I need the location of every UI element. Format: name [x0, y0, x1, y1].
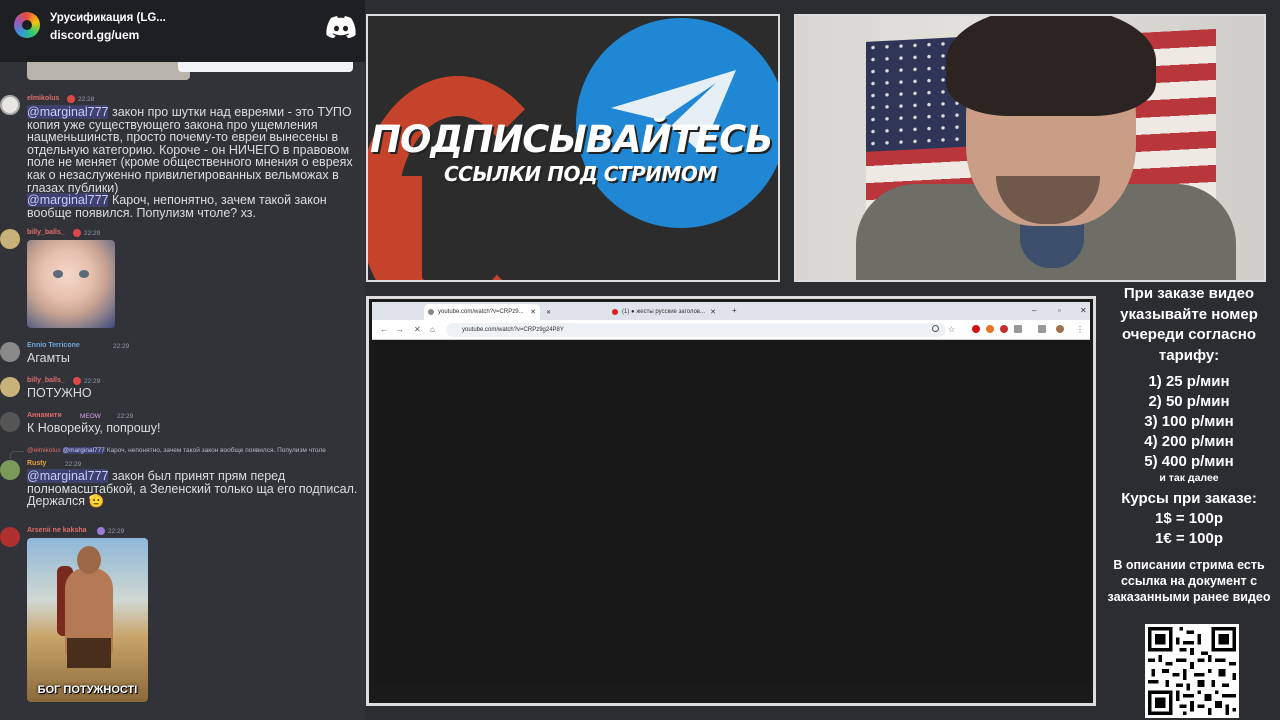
message-author[interactable]: Rusty	[27, 460, 46, 467]
price-list: 1) 25 р/мин 2) 50 р/мин 3) 100 р/мин 4) …	[1098, 372, 1280, 485]
role-tag: MEOW	[80, 413, 101, 420]
avatar	[0, 95, 20, 115]
message-author[interactable]: billy_balls_	[27, 229, 65, 236]
role-badge-icon	[97, 527, 105, 535]
minimize-icon[interactable]: –	[1032, 306, 1036, 315]
server-name: Урусификация (LG...	[50, 12, 166, 24]
message-timestamp: 22:29	[113, 343, 130, 350]
avatar	[0, 229, 20, 249]
server-invite-link[interactable]: discord.gg/uem	[50, 28, 139, 42]
price-item: 2) 50 р/мин	[1148, 393, 1230, 410]
message-text: ПОТУЖНО	[27, 386, 92, 400]
tab-title: youtube.com/watch?v=CRPz9...	[438, 309, 524, 315]
avatar	[0, 342, 20, 362]
back-icon[interactable]: ←	[380, 325, 388, 334]
message-text: @marginal777 закон про шутки над евреями…	[27, 105, 363, 219]
extension-icon[interactable]	[1000, 325, 1008, 333]
kebab-menu-icon[interactable]: ⋮	[1076, 325, 1084, 334]
banner-title: ПОДПИСЫВАЙТЕСЬ	[370, 118, 773, 161]
close-tab-icon[interactable]: ✕	[546, 310, 551, 316]
price-item: 4) 200 р/мин	[1144, 433, 1234, 450]
tab-youtube-search[interactable]: (1) ● жесты русские заголов... ✕	[608, 304, 720, 320]
rate-usd: 1$ = 100р	[1155, 510, 1223, 527]
order-instruction: При заказе видео указывайте номер очеред…	[1120, 285, 1258, 364]
attached-image-baby[interactable]	[27, 240, 115, 328]
page-content-loading	[372, 341, 1090, 686]
message-author[interactable]: Аннамити	[27, 412, 62, 419]
image-caption: БОГ ПОТУЖНОСТІ	[37, 684, 138, 696]
discord-logo-icon	[326, 16, 356, 38]
banner-subtitle: ССЫЛКИ ПОД СТРИМОМ	[444, 162, 717, 186]
message-text: К Новорейху, попрошу!	[27, 421, 161, 435]
emoji-icon: 🫡	[88, 494, 105, 509]
tab-youtube-watch[interactable]: youtube.com/watch?v=CRPz9... ✕	[424, 304, 540, 320]
document-note: В описании стрима есть ссылка на докумен…	[1107, 558, 1271, 604]
extension-icon[interactable]	[986, 325, 994, 333]
stop-icon[interactable]: ✕	[414, 325, 421, 334]
maximize-icon[interactable]: ▫	[1058, 306, 1061, 315]
previous-image-embed	[27, 62, 190, 80]
role-badge-icon	[73, 377, 81, 385]
price-item: 3) 100 р/мин	[1144, 413, 1234, 430]
profile-avatar-icon[interactable]	[1056, 325, 1064, 333]
previous-link-embed	[178, 62, 353, 72]
order-info-panel: При заказе видео указывайте номер очеред…	[1098, 284, 1280, 605]
browser-toolbar: ← → ✕ ⌂ youtube.com/watch?v=CRPz9g24P8Y …	[372, 320, 1090, 340]
browser-window: youtube.com/watch?v=CRPz9... ✕ ✕ (1) ● ж…	[366, 296, 1096, 706]
streamer-hair	[946, 16, 1156, 116]
forward-icon[interactable]: →	[396, 325, 404, 334]
server-header: Урусификация (LG... discord.gg/uem	[0, 0, 365, 62]
attached-image-warrior[interactable]: БОГ ПОТУЖНОСТІ	[27, 538, 148, 702]
extension-icon[interactable]	[1014, 325, 1022, 333]
home-icon[interactable]: ⌂	[430, 325, 435, 334]
new-tab-close-area[interactable]: ✕	[542, 304, 556, 320]
reply-author: @elmikolus	[27, 447, 61, 454]
price-item: 1) 25 р/мин	[1148, 373, 1230, 390]
message-text: @marginal777 закон был принят прям перед…	[27, 469, 363, 509]
message-timestamp: 22:29	[108, 528, 125, 535]
avatar	[0, 460, 20, 480]
message-timestamp: 22:29	[117, 413, 134, 420]
close-tab-icon[interactable]: ✕	[710, 308, 716, 316]
tab-strip: youtube.com/watch?v=CRPz9... ✕ ✕ (1) ● ж…	[372, 302, 1090, 320]
price-etc: и так далее	[1159, 472, 1219, 484]
rates-title: Курсы при заказе:	[1121, 490, 1257, 507]
avatar	[0, 377, 20, 397]
discord-chat-overlay: Урусификация (LG... discord.gg/uem elmik…	[0, 0, 365, 720]
bookmark-star-icon[interactable]: ☆	[948, 325, 955, 334]
reply-text: Кароч, непонятно, зачем такой закон вооб…	[104, 447, 326, 454]
message-timestamp: 22:28	[78, 96, 95, 103]
close-tab-icon[interactable]: ✕	[530, 308, 536, 316]
address-bar[interactable]: youtube.com/watch?v=CRPz9g24P8Y	[446, 323, 946, 337]
role-badge-icon	[67, 95, 75, 103]
message-text: Агамты	[27, 351, 70, 365]
message-timestamp: 22:29	[84, 378, 101, 385]
subscribe-banner: ПОДПИСЫВАЙТЕСЬ ССЫЛКИ ПОД СТРИМОМ	[366, 14, 780, 282]
qr-code[interactable]	[1145, 624, 1239, 718]
message-author[interactable]: billy_balls_	[27, 377, 65, 384]
message-timestamp: 22:29	[65, 461, 82, 468]
reply-connector	[10, 451, 24, 459]
close-window-icon[interactable]: ✕	[1080, 306, 1087, 315]
avatar	[0, 412, 20, 432]
message-author[interactable]: Arsenii ne kaksha	[27, 527, 87, 534]
user-mention: @marginal777	[62, 447, 105, 454]
new-tab-button[interactable]: +	[732, 306, 737, 315]
tab-title: (1) ● жесты русские заголов...	[622, 309, 705, 315]
webcam-feed	[794, 14, 1266, 282]
price-item: 5) 400 р/мин	[1144, 453, 1234, 470]
message-author[interactable]: Ennio Terricone	[27, 342, 80, 349]
avatar	[0, 527, 20, 547]
server-icon	[14, 12, 40, 38]
role-badge-icon	[73, 229, 81, 237]
zoom-icon[interactable]	[932, 325, 939, 332]
message-author[interactable]: elmikolus	[27, 95, 59, 102]
rate-eur: 1€ = 100р	[1155, 530, 1223, 547]
menu-list-icon[interactable]	[1038, 325, 1046, 333]
reply-preview[interactable]: @elmikolus @marginal777 Кароч, непонятно…	[27, 447, 365, 454]
opera-extension-icon[interactable]	[972, 325, 980, 333]
message-body: закон про шутки над евреями - это ТУПО к…	[27, 105, 353, 195]
message-timestamp: 22:29	[84, 230, 101, 237]
